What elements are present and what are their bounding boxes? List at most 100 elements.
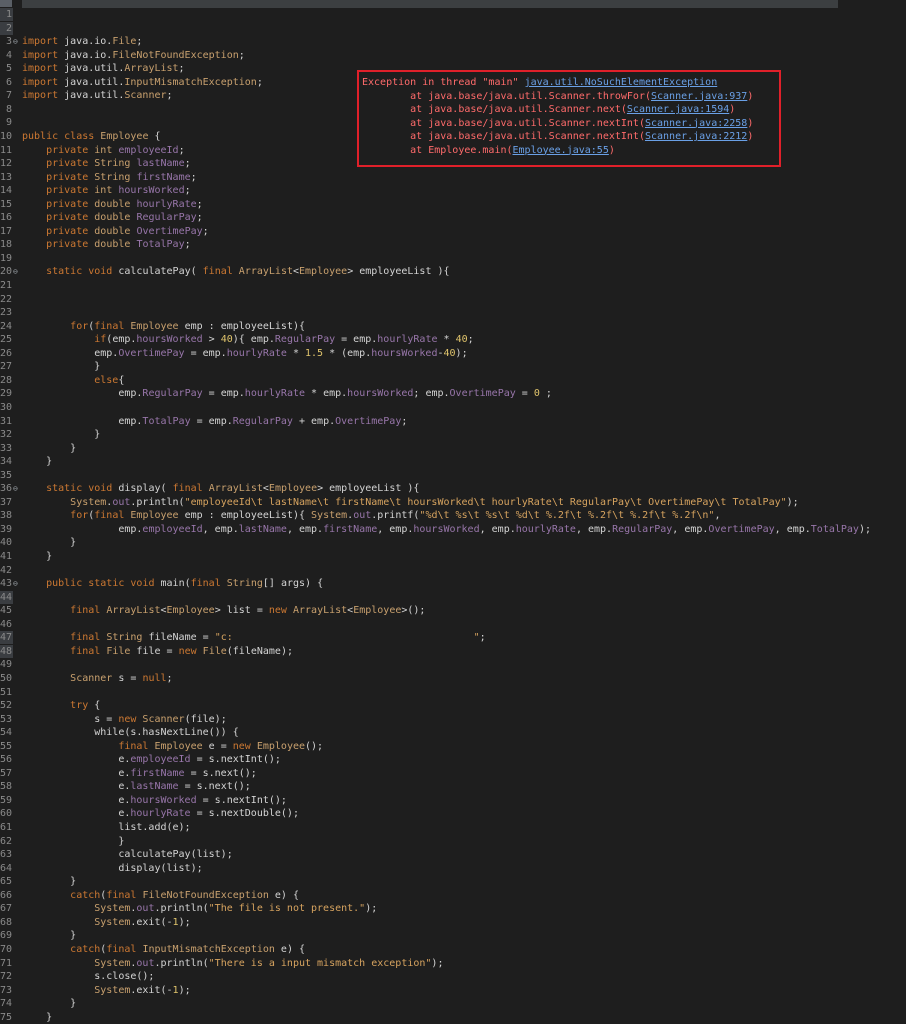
code-line[interactable]: 62 }: [0, 835, 906, 849]
code-line[interactable]: 20 ⊖ static void calculatePay( final Arra…: [0, 265, 906, 279]
line-number: 61: [0, 822, 13, 833]
fold-toggle-icon[interactable]: ⊖: [13, 35, 19, 49]
code-text: private double RegularPay;: [46, 212, 203, 224]
code-line[interactable]: 75 }: [0, 1011, 906, 1024]
code-line[interactable]: 30: [0, 401, 906, 415]
code-line[interactable]: 60 e.hourlyRate = s.nextDouble();: [0, 807, 906, 821]
code-line[interactable]: 17 private double OvertimePay;: [0, 225, 906, 239]
code-line[interactable]: 55 final Employee e = new Employee();: [0, 740, 906, 754]
code-line[interactable]: 28 else{: [0, 374, 906, 388]
code-text: import java.util.InputMismatchException;: [22, 76, 263, 88]
code-line[interactable]: 59 e.hoursWorked = s.nextInt();: [0, 794, 906, 808]
code-line[interactable]: 58 e.lastName = s.next();: [0, 780, 906, 794]
code-line[interactable]: 38 for(final Employee emp : employeeList…: [0, 509, 906, 523]
code-line[interactable]: 57 e.firstName = s.next();: [0, 767, 906, 781]
code-line[interactable]: 66 catch(final FileNotFoundException e) …: [0, 889, 906, 903]
code-text: else{: [94, 374, 125, 386]
code-line[interactable]: 31 emp.TotalPay = emp.RegularPay + emp.O…: [0, 415, 906, 429]
code-line[interactable]: 33 }: [0, 442, 906, 456]
fold-toggle-icon[interactable]: ⊖: [13, 482, 19, 496]
code-text: }: [22, 537, 77, 549]
source-location-link[interactable]: Scanner.java:2258: [645, 118, 747, 129]
code-line[interactable]: 71 System.out.println("There is a input …: [0, 957, 906, 971]
line-number: 36: [0, 483, 13, 495]
fold-toggle-icon[interactable]: ⊖: [13, 265, 19, 279]
code-line[interactable]: 73 System.exit(-1);: [0, 984, 906, 998]
line-number: 6: [5, 76, 12, 88]
code-line[interactable]: 74 }: [0, 997, 906, 1011]
code-text: }: [22, 998, 77, 1010]
code-line[interactable]: 1: [0, 8, 906, 22]
code-line[interactable]: 42: [0, 564, 906, 578]
code-line[interactable]: 2: [0, 21, 906, 36]
code-line[interactable]: 63 calculatePay(list);: [0, 848, 906, 862]
code-line[interactable]: 51: [0, 686, 906, 700]
line-number: 70: [0, 943, 13, 955]
code-line[interactable]: 56 e.employeeId = s.nextInt();: [0, 753, 906, 767]
code-line[interactable]: 50 Scanner s = null;: [0, 672, 906, 686]
code-line[interactable]: 43 ⊖ public static void main(final String…: [0, 577, 906, 591]
code-line[interactable]: 44: [0, 590, 906, 605]
code-line[interactable]: 54 while(s.hasNextLine()) {: [0, 726, 906, 740]
code-text: final String fileName = "c: ";: [70, 632, 486, 644]
line-number: 44: [0, 591, 13, 603]
code-line[interactable]: 47 final String fileName = "c: ";: [0, 631, 906, 645]
code-text: import java.util.ArrayList;: [22, 63, 185, 75]
code-line[interactable]: 39 emp.employeeId, emp.lastName, emp.fir…: [0, 523, 906, 537]
code-line[interactable]: 3 ⊖ import java.io.File;: [0, 35, 906, 49]
code-line[interactable]: 67 System.out.println("The file is not p…: [0, 902, 906, 916]
line-number: 11: [0, 144, 13, 156]
code-editor[interactable]: 1 2 3 ⊖ import java.io.File; 4 import java.io.…: [0, 0, 906, 1024]
source-location-link[interactable]: Employee.java:55: [513, 145, 609, 156]
code-line[interactable]: 21: [0, 279, 906, 293]
code-line[interactable]: 4 import java.io.FileNotFoundException;: [0, 49, 906, 63]
line-number: 3: [5, 36, 12, 48]
line-number: 46: [0, 618, 13, 630]
code-line[interactable]: 37 System.out.println("employeeId\t last…: [0, 496, 906, 510]
code-line[interactable]: 52 try {: [0, 699, 906, 713]
code-line[interactable]: 26 emp.OvertimePay = emp.hourlyRate * 1.…: [0, 347, 906, 361]
code-line[interactable]: 45 final ArrayList<Employee> list = new …: [0, 604, 906, 618]
source-location-link[interactable]: Scanner.java:937: [651, 91, 747, 102]
code-line[interactable]: 32 }: [0, 428, 906, 442]
code-line[interactable]: 14 private int hoursWorked;: [0, 184, 906, 198]
code-line[interactable]: 19: [0, 252, 906, 266]
code-line[interactable]: 46: [0, 618, 906, 632]
code-line[interactable]: 36 ⊖ static void display( final ArrayList…: [0, 482, 906, 496]
code-line[interactable]: 40 }: [0, 536, 906, 550]
source-location-link[interactable]: Scanner.java:2212: [645, 131, 747, 142]
code-text: s = new Scanner(file);: [22, 713, 227, 725]
code-line[interactable]: 69 }: [0, 929, 906, 943]
code-line[interactable]: 29 emp.RegularPay = emp.hourlyRate * emp…: [0, 387, 906, 401]
code-line[interactable]: 68 System.exit(-1);: [0, 916, 906, 930]
code-line[interactable]: 70 catch(final InputMismatchException e)…: [0, 943, 906, 957]
exception-type-link[interactable]: java.util.NoSuchElementException: [525, 77, 718, 88]
code-line[interactable]: 27 }: [0, 360, 906, 374]
line-number: 33: [0, 442, 13, 454]
code-line[interactable]: 18 private double TotalPay;: [0, 238, 906, 252]
code-line[interactable]: 48 final File file = new File(fileName);: [0, 644, 906, 659]
code-line[interactable]: 41 }: [0, 550, 906, 564]
fold-toggle-icon[interactable]: ⊖: [13, 577, 19, 591]
code-line[interactable]: 24 for(final Employee emp : employeeList…: [0, 320, 906, 334]
code-text: import java.io.FileNotFoundException;: [22, 49, 245, 61]
code-line[interactable]: 13 private String firstName;: [0, 171, 906, 185]
code-line[interactable]: 25 if(emp.hoursWorked > 40){ emp.Regular…: [0, 333, 906, 347]
code-line[interactable]: 61 list.add(e);: [0, 821, 906, 835]
code-line[interactable]: 22: [0, 293, 906, 307]
code-line[interactable]: 49: [0, 658, 906, 672]
code-line[interactable]: 53 s = new Scanner(file);: [0, 713, 906, 727]
code-line[interactable]: 65 }: [0, 875, 906, 889]
code-line[interactable]: 35: [0, 469, 906, 483]
code-line[interactable]: 23: [0, 306, 906, 320]
code-text: e.firstName = s.next();: [22, 767, 257, 779]
code-line[interactable]: 15 private double hourlyRate;: [0, 198, 906, 212]
code-line[interactable]: 72 s.close();: [0, 970, 906, 984]
source-location-link[interactable]: Scanner.java:1594: [627, 104, 729, 115]
code-text: emp.RegularPay = emp.hourlyRate * emp.ho…: [22, 388, 552, 400]
code-line[interactable]: 64 display(list);: [0, 862, 906, 876]
code-line[interactable]: 16 private double RegularPay;: [0, 211, 906, 225]
line-number: 34: [0, 456, 13, 468]
line-number: 41: [0, 551, 13, 562]
code-line[interactable]: 34 }: [0, 455, 906, 469]
